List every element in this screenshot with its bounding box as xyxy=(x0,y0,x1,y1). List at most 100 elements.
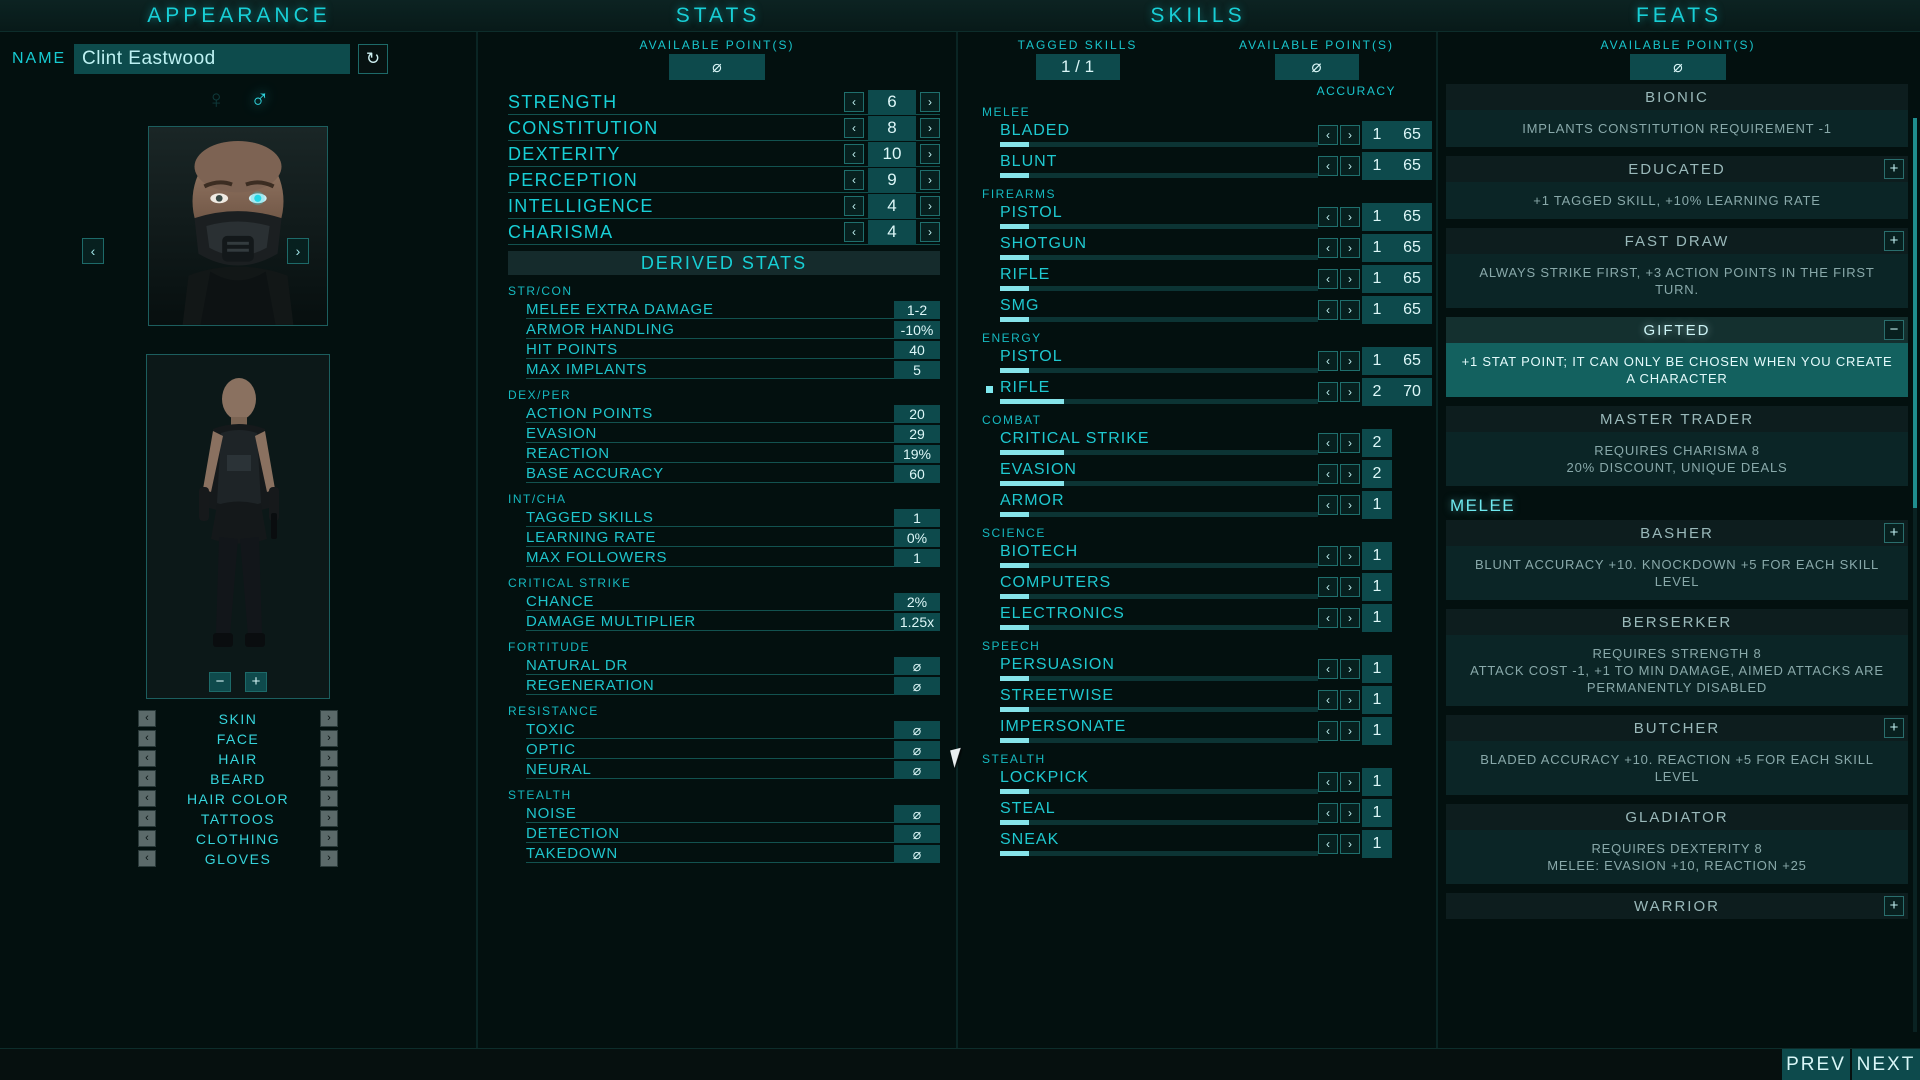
skill-increment-button[interactable]: › xyxy=(1340,546,1360,566)
zoom-out-button[interactable]: − xyxy=(209,672,231,692)
skill-increment-button[interactable]: › xyxy=(1340,269,1360,289)
appearance-option-next-button[interactable]: › xyxy=(320,730,338,747)
skill-decrement-button[interactable]: ‹ xyxy=(1318,464,1338,484)
feat-header[interactable]: EDUCATED + xyxy=(1446,156,1908,182)
portrait-prev-button[interactable]: ‹ xyxy=(82,238,104,264)
stat-decrement-button[interactable]: ‹ xyxy=(844,92,864,112)
skill-increment-button[interactable]: › xyxy=(1340,721,1360,741)
skill-increment-button[interactable]: › xyxy=(1340,125,1360,145)
stat-decrement-button[interactable]: ‹ xyxy=(844,144,864,164)
skill-decrement-button[interactable]: ‹ xyxy=(1318,495,1338,515)
skill-increment-button[interactable]: › xyxy=(1340,803,1360,823)
skill-increment-button[interactable]: › xyxy=(1340,238,1360,258)
feat-block[interactable]: BASHER + BLUNT ACCURACY +10. KNOCKDOWN +5 … xyxy=(1446,520,1908,600)
appearance-option-next-button[interactable]: › xyxy=(320,770,338,787)
name-input[interactable] xyxy=(74,44,350,74)
appearance-option-prev-button[interactable]: ‹ xyxy=(138,710,156,727)
skill-decrement-button[interactable]: ‹ xyxy=(1318,721,1338,741)
stat-increment-button[interactable]: › xyxy=(920,144,940,164)
skill-decrement-button[interactable]: ‹ xyxy=(1318,156,1338,176)
skill-decrement-button[interactable]: ‹ xyxy=(1318,546,1338,566)
gender-male-icon[interactable]: ♂ xyxy=(250,84,270,115)
skill-decrement-button[interactable]: ‹ xyxy=(1318,382,1338,402)
zoom-in-button[interactable]: + xyxy=(245,672,267,692)
stat-decrement-button[interactable]: ‹ xyxy=(844,196,864,216)
stat-increment-button[interactable]: › xyxy=(920,92,940,112)
skill-decrement-button[interactable]: ‹ xyxy=(1318,659,1338,679)
feat-header[interactable]: MASTER TRADER xyxy=(1446,406,1908,432)
feats-scroll-area[interactable]: BIONIC IMPLANTS CONSTITUTION REQUIREMENT … xyxy=(1438,84,1918,1032)
skill-decrement-button[interactable]: ‹ xyxy=(1318,690,1338,710)
appearance-option-prev-button[interactable]: ‹ xyxy=(138,830,156,847)
feat-add-button[interactable]: + xyxy=(1884,523,1904,543)
feat-header[interactable]: BUTCHER + xyxy=(1446,715,1908,741)
feats-scrollbar-thumb[interactable] xyxy=(1913,118,1917,508)
portrait-next-button[interactable]: › xyxy=(287,238,309,264)
appearance-option-prev-button[interactable]: ‹ xyxy=(138,810,156,827)
appearance-option-next-button[interactable]: › xyxy=(320,750,338,767)
skill-decrement-button[interactable]: ‹ xyxy=(1318,608,1338,628)
skill-increment-button[interactable]: › xyxy=(1340,156,1360,176)
skill-increment-button[interactable]: › xyxy=(1340,772,1360,792)
skill-decrement-button[interactable]: ‹ xyxy=(1318,803,1338,823)
stat-increment-button[interactable]: › xyxy=(920,118,940,138)
stat-increment-button[interactable]: › xyxy=(920,170,940,190)
feat-block[interactable]: BIONIC IMPLANTS CONSTITUTION REQUIREMENT … xyxy=(1446,84,1908,147)
feat-add-button[interactable]: + xyxy=(1884,231,1904,251)
gender-female-icon[interactable]: ♀ xyxy=(207,84,227,115)
skill-increment-button[interactable]: › xyxy=(1340,382,1360,402)
prev-button[interactable]: PREV xyxy=(1782,1049,1850,1080)
appearance-option-prev-button[interactable]: ‹ xyxy=(138,850,156,867)
feat-block[interactable]: WARRIOR + xyxy=(1446,893,1908,919)
skill-increment-button[interactable]: › xyxy=(1340,690,1360,710)
skill-increment-button[interactable]: › xyxy=(1340,300,1360,320)
skill-decrement-button[interactable]: ‹ xyxy=(1318,577,1338,597)
skill-decrement-button[interactable]: ‹ xyxy=(1318,351,1338,371)
appearance-option-next-button[interactable]: › xyxy=(320,830,338,847)
feat-add-button[interactable]: + xyxy=(1884,718,1904,738)
appearance-option-next-button[interactable]: › xyxy=(320,850,338,867)
feat-block[interactable]: BERSERKER REQUIRES STRENGTH 8 ATTACK COST … xyxy=(1446,609,1908,706)
skill-decrement-button[interactable]: ‹ xyxy=(1318,207,1338,227)
skill-decrement-button[interactable]: ‹ xyxy=(1318,834,1338,854)
feat-header[interactable]: FAST DRAW + xyxy=(1446,228,1908,254)
skill-decrement-button[interactable]: ‹ xyxy=(1318,772,1338,792)
skill-increment-button[interactable]: › xyxy=(1340,464,1360,484)
stat-increment-button[interactable]: › xyxy=(920,196,940,216)
feat-block[interactable]: GIFTED − +1 STAT POINT; IT CAN ONLY BE CHO… xyxy=(1446,317,1908,397)
feat-header[interactable]: GLADIATOR xyxy=(1446,804,1908,830)
feat-add-button[interactable]: + xyxy=(1884,159,1904,179)
stat-increment-button[interactable]: › xyxy=(920,222,940,242)
stat-decrement-button[interactable]: ‹ xyxy=(844,222,864,242)
feat-block[interactable]: GLADIATOR REQUIRES DEXTERITY 8 MELEE: EVAS… xyxy=(1446,804,1908,884)
feat-header[interactable]: BERSERKER xyxy=(1446,609,1908,635)
feat-header[interactable]: GIFTED − xyxy=(1446,317,1908,343)
skill-decrement-button[interactable]: ‹ xyxy=(1318,238,1338,258)
skill-decrement-button[interactable]: ‹ xyxy=(1318,433,1338,453)
skill-decrement-button[interactable]: ‹ xyxy=(1318,125,1338,145)
appearance-option-next-button[interactable]: › xyxy=(320,710,338,727)
feat-remove-button[interactable]: − xyxy=(1884,320,1904,340)
randomize-icon[interactable]: ↻ xyxy=(358,44,388,74)
appearance-option-next-button[interactable]: › xyxy=(320,810,338,827)
appearance-option-prev-button[interactable]: ‹ xyxy=(138,730,156,747)
skill-decrement-button[interactable]: ‹ xyxy=(1318,269,1338,289)
feat-add-button[interactable]: + xyxy=(1884,896,1904,916)
appearance-option-prev-button[interactable]: ‹ xyxy=(138,770,156,787)
feat-block[interactable]: BUTCHER + BLADED ACCURACY +10. REACTION +5… xyxy=(1446,715,1908,795)
skill-increment-button[interactable]: › xyxy=(1340,834,1360,854)
skill-increment-button[interactable]: › xyxy=(1340,433,1360,453)
skill-increment-button[interactable]: › xyxy=(1340,577,1360,597)
feat-header[interactable]: WARRIOR + xyxy=(1446,893,1908,919)
feat-block[interactable]: MASTER TRADER REQUIRES CHARISMA 8 20% DISC… xyxy=(1446,406,1908,486)
feat-header[interactable]: BASHER + xyxy=(1446,520,1908,546)
skill-increment-button[interactable]: › xyxy=(1340,659,1360,679)
next-button[interactable]: NEXT xyxy=(1852,1049,1920,1080)
feat-block[interactable]: FAST DRAW + ALWAYS STRIKE FIRST, +3 ACTION… xyxy=(1446,228,1908,308)
stat-decrement-button[interactable]: ‹ xyxy=(844,170,864,190)
appearance-option-prev-button[interactable]: ‹ xyxy=(138,790,156,807)
skill-decrement-button[interactable]: ‹ xyxy=(1318,300,1338,320)
appearance-option-prev-button[interactable]: ‹ xyxy=(138,750,156,767)
skill-increment-button[interactable]: › xyxy=(1340,495,1360,515)
feat-block[interactable]: EDUCATED + +1 TAGGED SKILL, +10% LEARNING … xyxy=(1446,156,1908,219)
